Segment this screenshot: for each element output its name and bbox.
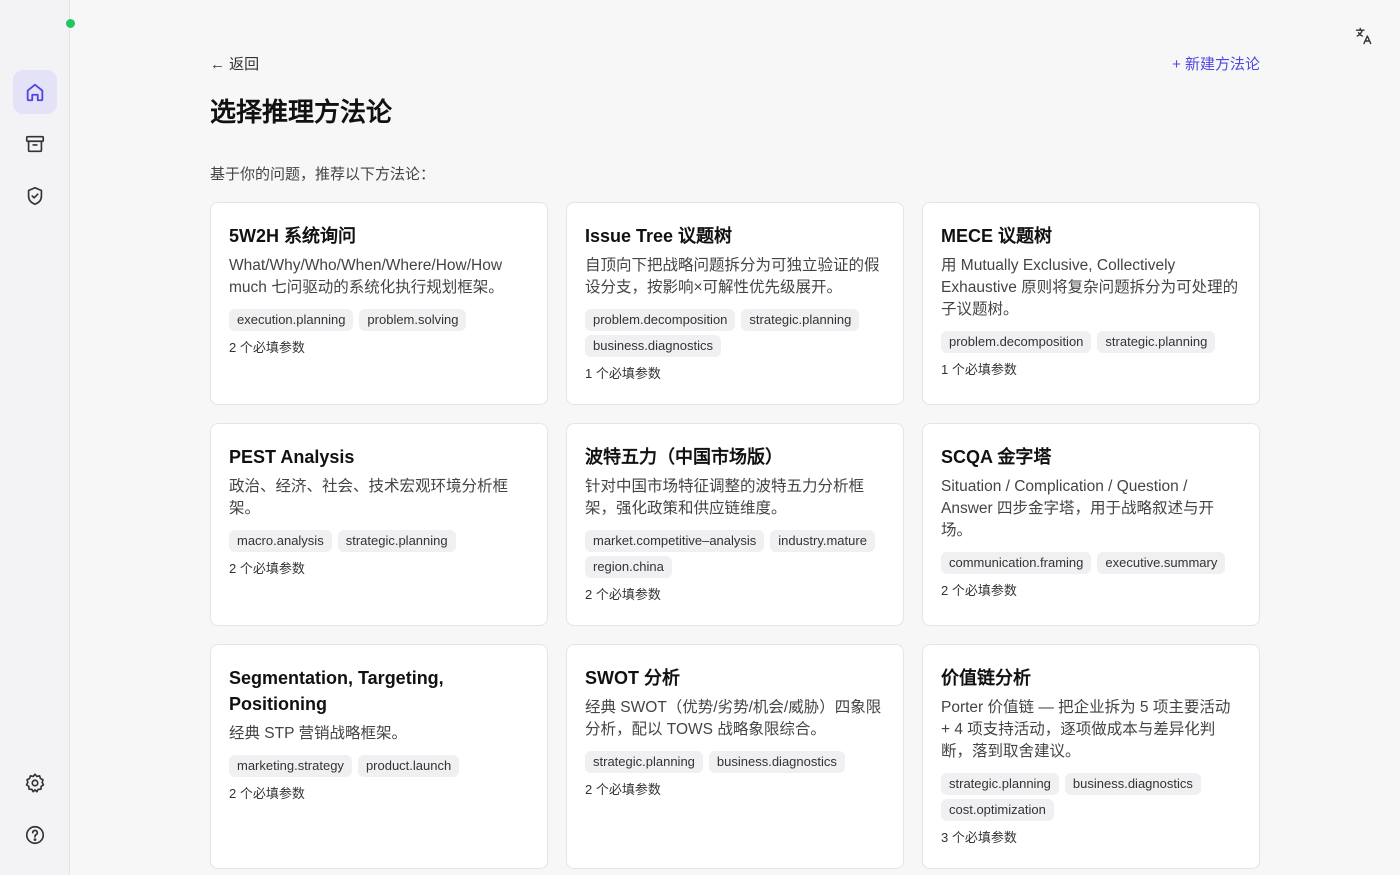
- nav-settings-button[interactable]: [13, 761, 57, 805]
- card-tags: macro.analysis strategic.planning: [229, 530, 529, 552]
- card-title: SWOT 分析: [585, 668, 680, 688]
- card-desc: 针对中国市场特征调整的波特五力分析框架，强化政策和供应链维度。: [585, 478, 865, 517]
- home-icon: [26, 83, 44, 102]
- tag: marketing.strategy: [229, 755, 352, 777]
- card-desc: What/Why/Who/When/Where/How/How much 七问驱…: [229, 257, 504, 296]
- methodology-card-pest[interactable]: PEST Analysis 政治、经济、社会、技术宏观环境分析框架。 macro…: [210, 423, 548, 626]
- tag: problem.decomposition: [941, 331, 1092, 353]
- card-desc: 自顶向下把战略问题拆分为可独立验证的假设分支，按影响×可解性优先级展开。: [585, 257, 880, 296]
- methodology-card-stp[interactable]: Segmentation, Targeting, Positioning 经典 …: [210, 644, 548, 869]
- card-tags: marketing.strategy product.launch: [229, 755, 529, 777]
- status-indicator: [66, 19, 75, 28]
- card-params: 2 个必填参数: [585, 782, 661, 797]
- card-title: 波特五力（中国市场版）: [585, 447, 783, 467]
- nav-shield-button[interactable]: [13, 174, 57, 218]
- methodology-grid: 5W2H 系统询问 What/Why/Who/When/Where/How/Ho…: [210, 202, 1260, 869]
- sidebar: [0, 0, 70, 875]
- tag: strategic.planning: [1097, 331, 1216, 353]
- card-params: 1 个必填参数: [941, 362, 1017, 377]
- tag: business.diagnostics: [708, 751, 845, 773]
- card-tags: market.competitive–analysis industry.mat…: [585, 530, 885, 578]
- tag: market.competitive–analysis: [585, 530, 765, 552]
- tag: strategic.planning: [741, 309, 860, 331]
- nav-archive-button[interactable]: [13, 122, 57, 166]
- card-params: 2 个必填参数: [229, 340, 305, 355]
- card-params: 2 个必填参数: [941, 583, 1017, 598]
- methodology-card-porter[interactable]: 波特五力（中国市场版） 针对中国市场特征调整的波特五力分析框架，强化政策和供应链…: [566, 423, 904, 626]
- nav-home-button[interactable]: [13, 70, 57, 114]
- card-desc: Porter 价值链 — 把企业拆为 5 项主要活动 + 4 项支持活动，逐项做…: [941, 699, 1231, 760]
- card-params: 3 个必填参数: [941, 830, 1017, 845]
- tag: cost.optimization: [941, 799, 1054, 821]
- tag: business.diagnostics: [1064, 773, 1201, 795]
- tag: strategic.planning: [941, 773, 1059, 795]
- card-desc: 用 Mutually Exclusive, Collectively Exhau…: [941, 257, 1239, 318]
- tag: executive.summary: [1097, 552, 1226, 574]
- gear-icon: [25, 773, 45, 793]
- help-icon: [25, 825, 45, 845]
- nav-help-button[interactable]: [13, 813, 57, 857]
- card-title: Issue Tree 议题树: [585, 226, 733, 246]
- recommendation-subtitle: 基于你的问题，推荐以下方法论：: [210, 166, 436, 183]
- card-tags: communication.framing executive.summary: [941, 552, 1241, 574]
- card-desc: 经典 SWOT（优势/劣势/机会/威胁）四象限分析，配以 TOWS 战略象限综合…: [585, 699, 882, 738]
- card-desc: 经典 STP 营销战略框架。: [229, 725, 407, 742]
- tag: business.diagnostics: [585, 335, 721, 357]
- card-params: 2 个必填参数: [229, 786, 305, 801]
- card-title: MECE 议题树: [941, 226, 1053, 246]
- translate-icon[interactable]: [1352, 24, 1376, 48]
- tag: product.launch: [357, 755, 460, 777]
- shield-check-icon: [27, 186, 43, 206]
- tag: communication.framing: [941, 552, 1092, 574]
- tag: problem.decomposition: [585, 309, 736, 331]
- new-methodology-button[interactable]: + 新建方法论: [1172, 53, 1260, 74]
- card-title: 5W2H 系统询问: [229, 226, 357, 246]
- methodology-card-5w2h[interactable]: 5W2H 系统询问 What/Why/Who/When/Where/How/Ho…: [210, 202, 548, 405]
- card-params: 2 个必填参数: [229, 561, 305, 576]
- card-title: SCQA 金字塔: [941, 447, 1052, 467]
- tag: problem.solving: [359, 309, 467, 331]
- methodology-card-issue-tree[interactable]: Issue Tree 议题树 自顶向下把战略问题拆分为可独立验证的假设分支，按影…: [566, 202, 904, 405]
- archive-icon: [25, 135, 45, 153]
- tag: region.china: [585, 556, 672, 578]
- card-tags: strategic.planning business.diagnostics …: [941, 773, 1241, 821]
- card-params: 1 个必填参数: [585, 366, 661, 381]
- methodology-card-mece[interactable]: MECE 议题树 用 Mutually Exclusive, Collectiv…: [922, 202, 1260, 405]
- card-params: 2 个必填参数: [585, 587, 661, 602]
- page-title: 选择推理方法论: [210, 97, 393, 127]
- card-title: 价值链分析: [941, 668, 1031, 688]
- methodology-card-value-chain[interactable]: 价值链分析 Porter 价值链 — 把企业拆为 5 项主要活动 + 4 项支持…: [922, 644, 1260, 869]
- card-title: PEST Analysis: [229, 447, 355, 467]
- card-desc: 政治、经济、社会、技术宏观环境分析框架。: [229, 478, 509, 517]
- card-desc: Situation / Complication / Question / An…: [941, 478, 1214, 539]
- tag: industry.mature: [770, 530, 875, 552]
- methodology-card-scqa[interactable]: SCQA 金字塔 Situation / Complication / Ques…: [922, 423, 1260, 626]
- tag: execution.planning: [229, 309, 354, 331]
- card-tags: problem.decomposition strategic.planning: [941, 331, 1241, 353]
- methodology-card-swot[interactable]: SWOT 分析 经典 SWOT（优势/劣势/机会/威胁）四象限分析，配以 TOW…: [566, 644, 904, 869]
- tag: macro.analysis: [229, 530, 332, 552]
- card-tags: execution.planning problem.solving: [229, 309, 529, 331]
- tag: strategic.planning: [585, 751, 703, 773]
- tag: strategic.planning: [337, 530, 456, 552]
- back-button[interactable]: ← 返回: [210, 53, 259, 74]
- card-tags: strategic.planning business.diagnostics: [585, 751, 885, 773]
- card-tags: problem.decomposition strategic.planning…: [585, 309, 885, 357]
- card-title: Segmentation, Targeting, Positioning: [229, 668, 444, 714]
